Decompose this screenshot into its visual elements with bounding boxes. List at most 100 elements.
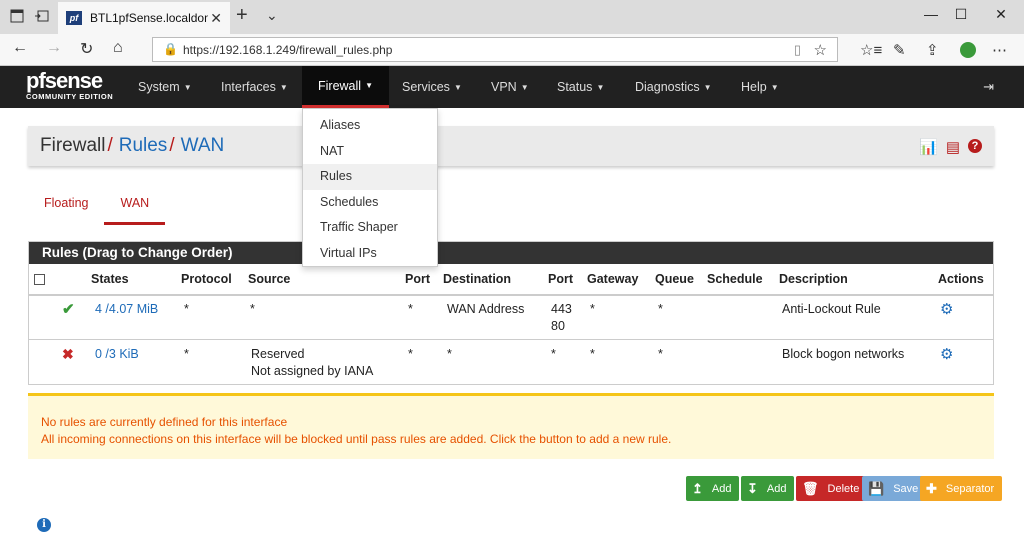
block-x-icon: ✖ bbox=[62, 346, 74, 362]
minimize-icon[interactable]: — bbox=[916, 6, 946, 22]
gear-icon[interactable]: ⚙ bbox=[940, 345, 953, 363]
menu-label: Services bbox=[402, 80, 450, 94]
forward-arrow-icon[interactable]: → bbox=[46, 39, 62, 57]
alert-line-2: All incoming connections on this interfa… bbox=[41, 432, 672, 446]
bar-chart-icon[interactable]: 📊 bbox=[919, 138, 938, 156]
favorite-star-icon[interactable]: ☆ bbox=[814, 41, 827, 59]
button-label: Save bbox=[893, 482, 919, 495]
button-label: Add bbox=[766, 482, 787, 495]
table-row[interactable]: ✔ 4 /4.07 MiB * * * WAN Address 443 80 *… bbox=[29, 300, 993, 342]
cell-port: * bbox=[408, 302, 413, 316]
browser-titlebar: pf BTL1pfSense.localdoma ✕ + ⌄ — ☐ ✕ bbox=[0, 0, 1024, 34]
refresh-icon[interactable]: ↻ bbox=[80, 39, 93, 59]
dropdown-item-traffic-shaper[interactable]: Traffic Shaper bbox=[303, 215, 437, 241]
menu-label: Help bbox=[741, 80, 767, 94]
cell-destination: * bbox=[447, 347, 452, 361]
dropdown-item-nat[interactable]: NAT bbox=[303, 139, 437, 165]
caret-down-icon: ▼ bbox=[453, 82, 462, 92]
reading-view-icon[interactable]: ▯ bbox=[794, 42, 801, 58]
cell-description: Anti-Lockout Rule bbox=[782, 302, 881, 316]
th-schedule: Schedule bbox=[707, 272, 763, 286]
set-aside-tabs-icon[interactable] bbox=[34, 9, 50, 25]
menu-help[interactable]: Help ▼ bbox=[725, 66, 795, 108]
cell-dest-port: * bbox=[551, 347, 556, 361]
share-icon[interactable]: ⇪ bbox=[926, 41, 939, 59]
menu-label: VPN bbox=[491, 80, 517, 94]
breadcrumb: Firewall / Rules / WAN 📊 ▤ ? bbox=[28, 126, 994, 166]
menu-system[interactable]: System ▼ bbox=[122, 66, 208, 108]
dropdown-item-virtual-ips[interactable]: Virtual IPs bbox=[303, 241, 437, 267]
table-row[interactable]: ✖ 0 /3 KiB * Reserved Not assigned by IA… bbox=[29, 345, 993, 383]
dropdown-item-rules[interactable]: Rules bbox=[303, 164, 437, 190]
add-top-button[interactable]: ↥ Add bbox=[686, 476, 740, 501]
logout-icon[interactable]: ⇥ bbox=[983, 79, 994, 95]
info-icon[interactable]: i bbox=[37, 518, 51, 532]
tab-actions-icon[interactable] bbox=[10, 9, 26, 25]
cell-protocol: * bbox=[184, 302, 189, 316]
new-tab-icon[interactable]: + bbox=[236, 4, 248, 27]
gear-icon[interactable]: ⚙ bbox=[940, 300, 953, 318]
caret-down-icon: ▼ bbox=[520, 82, 529, 92]
page-content: Firewall / Rules / WAN 📊 ▤ ? Floating WA… bbox=[0, 108, 1024, 545]
tab-wan[interactable]: WAN bbox=[104, 190, 166, 225]
close-tab-icon[interactable]: ✕ bbox=[210, 10, 222, 27]
warning-alert: No rules are currently defined for this … bbox=[28, 393, 994, 459]
tab-floating[interactable]: Floating bbox=[28, 190, 104, 225]
back-arrow-icon[interactable]: ← bbox=[12, 39, 28, 57]
pen-notes-icon[interactable]: ✎ bbox=[893, 41, 906, 59]
menu-services[interactable]: Services ▼ bbox=[386, 66, 478, 108]
plus-icon: ✚ bbox=[926, 480, 937, 496]
states-link[interactable]: 4 /4.07 MiB bbox=[95, 302, 158, 316]
row-divider bbox=[29, 339, 993, 340]
th-destination: Destination bbox=[443, 272, 512, 286]
arrow-up-icon: ↥ bbox=[692, 480, 703, 496]
trash-icon: 🗑 bbox=[802, 480, 819, 496]
arrow-down-icon: ↧ bbox=[747, 480, 758, 496]
th-source: Source bbox=[248, 272, 291, 286]
maximize-icon[interactable]: ☐ bbox=[946, 6, 976, 23]
add-bottom-button[interactable]: ↧ Add bbox=[741, 476, 795, 501]
menu-status[interactable]: Status ▼ bbox=[541, 66, 620, 108]
pfsense-logo[interactable]: pfsense COMMUNITY EDITION bbox=[26, 70, 114, 102]
help-question-icon[interactable]: ? bbox=[968, 139, 982, 153]
lock-icon[interactable]: 🔒 bbox=[163, 42, 178, 56]
home-icon[interactable]: ⌂ bbox=[113, 39, 123, 57]
menu-firewall[interactable]: Firewall ▼ bbox=[302, 66, 389, 108]
breadcrumb-separator: / bbox=[107, 135, 113, 156]
th-description: Description bbox=[779, 272, 848, 286]
pass-check-icon: ✔ bbox=[62, 301, 75, 318]
th-port: Port bbox=[548, 272, 573, 286]
menu-vpn[interactable]: VPN ▼ bbox=[475, 66, 545, 108]
close-window-icon[interactable]: ✕ bbox=[986, 6, 1016, 23]
cell-gateway: * bbox=[590, 302, 595, 316]
separator-button[interactable]: ✚ Separator bbox=[920, 476, 1003, 501]
breadcrumb-rules[interactable]: Rules bbox=[119, 135, 168, 157]
delete-button[interactable]: 🗑 Delete bbox=[796, 476, 868, 501]
tab-title: BTL1pfSense.localdoma bbox=[90, 11, 208, 25]
extension-icon[interactable] bbox=[960, 42, 976, 58]
table-log-icon[interactable]: ▤ bbox=[946, 138, 960, 156]
panel-title: Rules (Drag to Change Order) bbox=[29, 242, 993, 264]
cell-queue: * bbox=[658, 302, 663, 316]
logo-sub: COMMUNITY EDITION bbox=[26, 92, 114, 101]
tab-list-chevron-icon[interactable]: ⌄ bbox=[266, 7, 278, 24]
dropdown-item-aliases[interactable]: Aliases bbox=[303, 113, 437, 139]
states-link[interactable]: 0 /3 KiB bbox=[95, 347, 139, 361]
address-bar[interactable]: 🔒 https://192.168.1.249/firewall_rules.p… bbox=[152, 37, 838, 62]
more-menu-icon[interactable]: ⋯ bbox=[992, 41, 1007, 59]
breadcrumb-wan[interactable]: WAN bbox=[181, 135, 225, 157]
cell-port: * bbox=[408, 347, 413, 361]
select-all-checkbox[interactable] bbox=[34, 274, 45, 285]
dropdown-item-schedules[interactable]: Schedules bbox=[303, 190, 437, 216]
menu-diagnostics[interactable]: Diagnostics ▼ bbox=[619, 66, 728, 108]
caret-down-icon: ▼ bbox=[596, 82, 605, 92]
pfsense-favicon-icon: pf bbox=[66, 11, 82, 25]
cell-description: Block bogon networks bbox=[782, 347, 905, 361]
menu-interfaces[interactable]: Interfaces ▼ bbox=[205, 66, 304, 108]
save-button[interactable]: 💾 Save bbox=[862, 476, 927, 501]
favorites-list-icon[interactable]: ☆≡ bbox=[860, 41, 882, 59]
cell-protocol: * bbox=[184, 347, 189, 361]
cell-gateway: * bbox=[590, 347, 595, 361]
cell-dest-port-2: 80 bbox=[551, 319, 565, 333]
browser-tab[interactable]: pf BTL1pfSense.localdoma ✕ bbox=[58, 2, 230, 34]
